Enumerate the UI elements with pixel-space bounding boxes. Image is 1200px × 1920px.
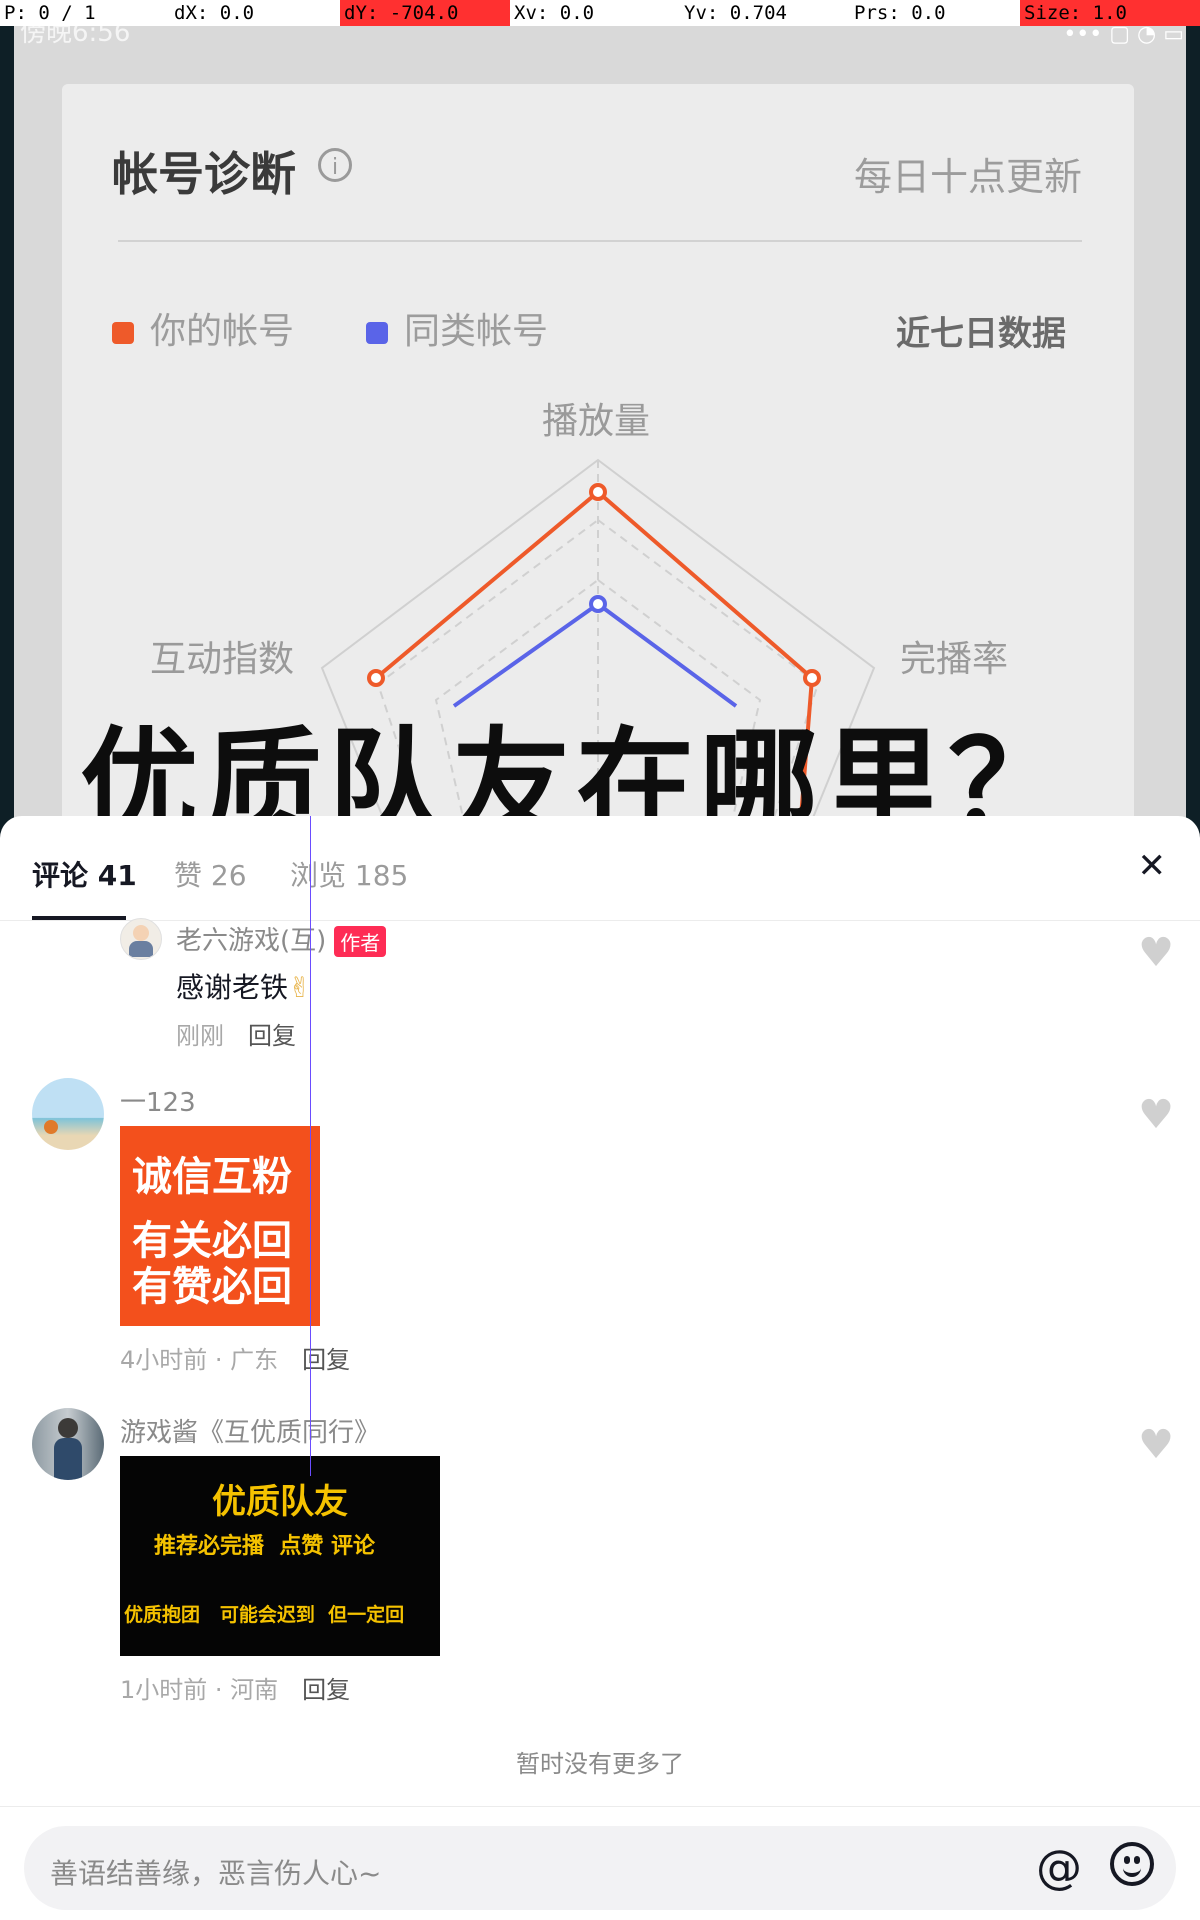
xv-readout: Xv: 0.0 — [510, 0, 680, 26]
like-heart-icon[interactable]: ♥ — [1138, 1422, 1174, 1468]
comment-meta: 1小时前 · 河南 回复 — [120, 1670, 350, 1705]
dy-readout: dY: -704.0 — [340, 0, 510, 26]
overlay-headline: 优质队友在哪里？ — [80, 715, 1073, 830]
avatar[interactable] — [120, 918, 162, 960]
author-name[interactable]: 老六游戏(互) — [176, 926, 326, 956]
comment-text: 感谢老铁✌ — [176, 966, 311, 1006]
comment-time: 4小时前 · 广东 — [120, 1346, 279, 1374]
tab-likes[interactable]: 赞 26 — [174, 854, 247, 894]
comment-input[interactable]: 善语结善缘，恶言伤人心~ @ — [24, 1826, 1176, 1910]
dx-readout: dX: 0.0 — [170, 0, 340, 26]
sticker-line: 推荐必完播 点赞 评论 — [154, 1534, 375, 1559]
sticker-line: 有赞必回 — [132, 1264, 292, 1310]
yv-readout: Yv: 0.704 — [680, 0, 850, 26]
comment-meta: 4小时前 · 广东 回复 — [120, 1340, 350, 1375]
comment-author[interactable]: 一123 — [120, 1082, 196, 1119]
pointer-debug-bar: P: 0 / 1 dX: 0.0 dY: -704.0 Xv: 0.0 Yv: … — [0, 0, 1200, 26]
reply-button[interactable]: 回复 — [302, 1676, 350, 1704]
author-badge: 作者 — [334, 926, 387, 957]
comment-time: 刚刚 — [176, 1022, 224, 1050]
sticker-line: 优质队友 — [212, 1482, 348, 1522]
comment-author[interactable]: 游戏酱《互优质同行》 — [120, 1412, 380, 1449]
avatar[interactable] — [32, 1408, 104, 1480]
video-background[interactable]: 帐号诊断 i 每日十点更新 你的帐号 同类帐号 近七日数据 播放量 互动指数 完… — [0, 0, 1200, 830]
comment-time: 1小时前 · 河南 — [120, 1676, 279, 1704]
reply-button[interactable]: 回复 — [248, 1022, 296, 1050]
comment-sticker[interactable]: 优质队友 推荐必完播 点赞 评论 优质抱团 可能会迟到 但一定回 — [120, 1456, 440, 1656]
status-icons: ••• ▢ ◔ ▭ — [1063, 22, 1184, 47]
comment-text-content: 感谢老铁 — [176, 971, 289, 1004]
comment-sticker[interactable]: 诚信互粉 有关必回 有赞必回 — [120, 1126, 320, 1326]
pressure-readout: Prs: 0.0 — [850, 0, 1020, 26]
comment-sheet: 评论 41 赞 26 浏览 185 ✕ 老六游戏(互) 作者 感谢老铁✌ 刚刚 回复… — [0, 816, 1200, 1920]
comment-input-placeholder[interactable]: 善语结善缘，恶言伤人心~ — [50, 1852, 381, 1892]
comment-author[interactable]: 老六游戏(互) 作者 — [176, 920, 387, 957]
sticker-line: 优质抱团 可能会迟到 但一定回 — [124, 1604, 405, 1626]
tab-bar: 评论 41 赞 26 浏览 185 ✕ — [0, 816, 1200, 921]
point-your-account — [589, 483, 607, 501]
tab-underline — [32, 916, 126, 920]
close-icon[interactable]: ✕ — [1138, 846, 1167, 886]
no-more-notice: 暂时没有更多了 — [516, 1750, 684, 1778]
comment-meta: 刚刚 回复 — [176, 1016, 296, 1051]
point-your-account — [803, 669, 821, 687]
status-time: 傍晚6:56 — [20, 18, 131, 48]
finger-heart-emoji: ✌ — [288, 971, 312, 1004]
point-similar-account — [589, 595, 607, 613]
pointer-trace-line — [310, 816, 311, 1476]
tab-comments[interactable]: 评论 41 — [32, 854, 137, 894]
point-your-account — [367, 669, 385, 687]
like-heart-icon[interactable]: ♥ — [1138, 930, 1174, 976]
tab-views[interactable]: 浏览 185 — [290, 854, 408, 894]
avatar[interactable] — [32, 1078, 104, 1150]
mention-at-icon[interactable]: @ — [1036, 1840, 1082, 1894]
sticker-line: 诚信互粉 — [132, 1154, 292, 1200]
divider — [0, 1806, 1200, 1807]
like-heart-icon[interactable]: ♥ — [1138, 1092, 1174, 1138]
emoji-icon[interactable] — [1110, 1842, 1154, 1886]
